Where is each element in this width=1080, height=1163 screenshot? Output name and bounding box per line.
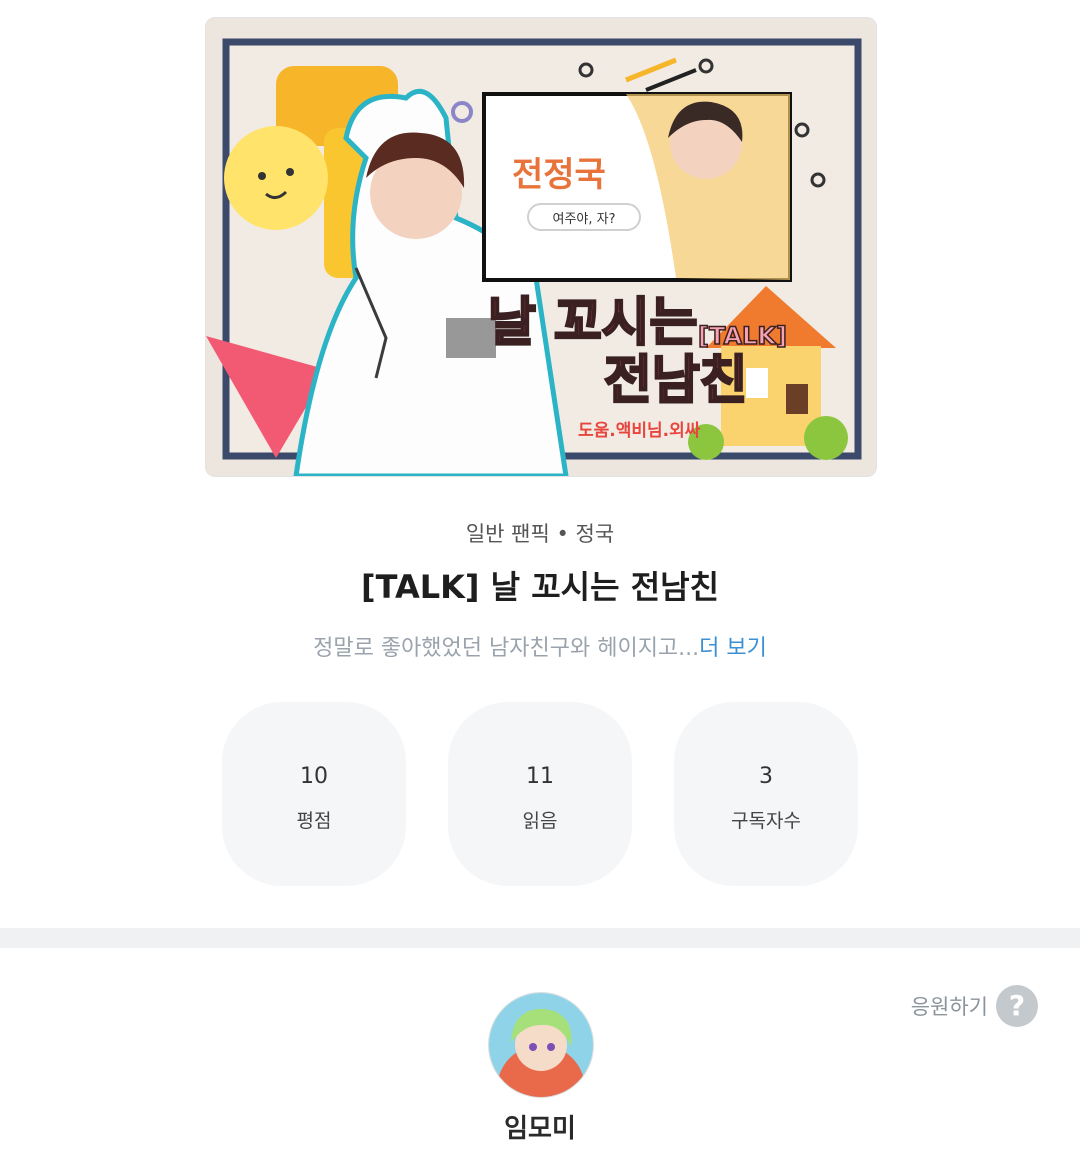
cover-name-text: 전정국 — [512, 155, 606, 195]
more-link[interactable]: 더 보기 — [699, 636, 767, 661]
author-avatar[interactable] — [488, 992, 594, 1098]
work-title: [TALK] 날 꼬시는 전남친 — [360, 568, 720, 606]
stat-rating: 10 평점 — [222, 702, 406, 886]
stats-row: 10 평점 11 읽음 3 구독자수 — [222, 702, 858, 886]
stat-subscribers: 3 구독자수 — [674, 702, 858, 886]
section-divider — [0, 928, 1080, 948]
cover-bubble-text: 여주야, 자? — [552, 212, 615, 227]
cover-credit: 도움.액비님.외싸 — [578, 421, 701, 441]
stat-label: 읽음 — [522, 810, 558, 832]
stat-value: 10 — [300, 764, 328, 789]
author-name[interactable]: 임모미 — [0, 1108, 1080, 1145]
cover-title-tag: [TALK] — [698, 322, 787, 350]
support-button[interactable]: 응원하기 ? — [911, 985, 1038, 1027]
cover-title-line2: 전남친 — [604, 351, 748, 411]
stat-label: 평점 — [296, 810, 332, 832]
question-circle-icon[interactable]: ? — [996, 985, 1038, 1027]
category-label: 일반 팬픽 • 정국 — [465, 522, 615, 546]
stat-value: 11 — [526, 764, 554, 789]
description-text: 정말로 좋아했었던 남자친구와 헤이지고... — [313, 636, 700, 661]
work-description: 정말로 좋아했었던 남자친구와 헤이지고...더 보기 — [0, 630, 1080, 662]
support-label: 응원하기 — [910, 995, 988, 1019]
cover-image[interactable]: 전정국 여주야, 자? 날 꼬시는 [TALK] 전남친 도움.액비님.외싸 — [205, 17, 877, 477]
stat-value: 3 — [759, 764, 773, 789]
stat-label: 구독자수 — [731, 810, 801, 832]
stat-reads: 11 읽음 — [448, 702, 632, 886]
cover-title-line1: 날 꼬시는 — [488, 293, 697, 353]
